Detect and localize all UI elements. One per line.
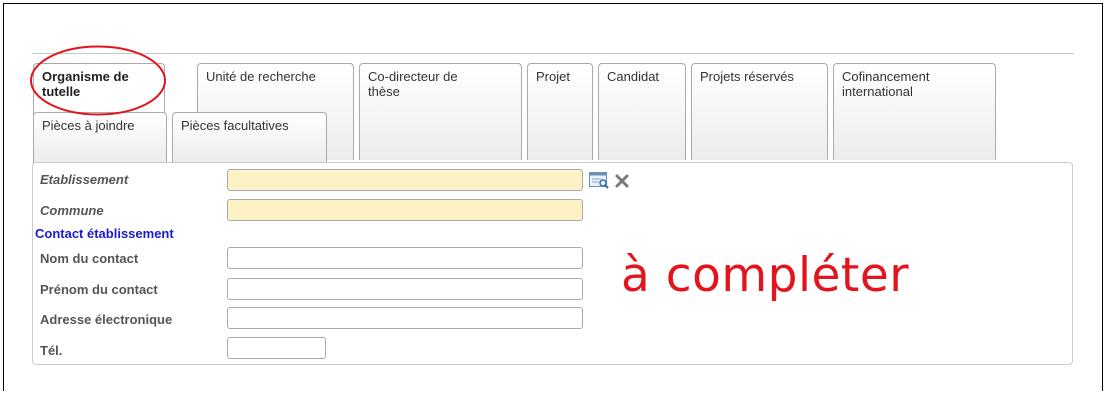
tel-field[interactable]: [227, 337, 326, 359]
tab-projet[interactable]: Projet: [527, 63, 593, 160]
nom-contact-label: Nom du contact: [40, 251, 139, 266]
search-list-icon[interactable]: [589, 172, 609, 189]
contact-section-title: Contact établissement: [35, 226, 174, 241]
close-icon[interactable]: [614, 173, 630, 189]
etablissement-label: Etablissement: [40, 172, 129, 187]
tab-pieces-a-joindre[interactable]: Pièces à joindre: [33, 112, 167, 162]
tab-co-directeur-de-these[interactable]: Co-directeur de thèse: [359, 63, 522, 160]
adresse-electronique-field[interactable]: [227, 307, 583, 329]
tab-projets-reserves[interactable]: Projets réservés: [691, 63, 828, 160]
tel-label: Tél.: [40, 343, 63, 358]
tab-pieces-facultatives[interactable]: Pièces facultatives: [172, 112, 327, 162]
divider: [32, 53, 1074, 54]
adresse-electronique-label: Adresse électronique: [40, 312, 173, 327]
nom-contact-field[interactable]: [227, 247, 583, 269]
prenom-contact-label: Prénom du contact: [40, 282, 158, 297]
commune-field[interactable]: [227, 199, 583, 221]
prenom-contact-field[interactable]: [227, 278, 583, 300]
etablissement-field[interactable]: [227, 169, 583, 191]
a-completer-annotation: à compléter: [621, 248, 910, 303]
tab-candidat[interactable]: Candidat: [598, 63, 686, 160]
tab-cofinancement-international[interactable]: Cofinancement international: [833, 63, 996, 160]
commune-label: Commune: [40, 203, 104, 218]
